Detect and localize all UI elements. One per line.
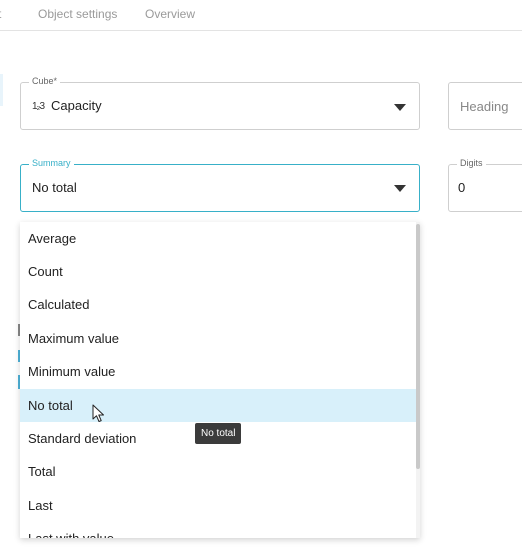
dropdown-option-calculated[interactable]: Calculated xyxy=(20,288,416,321)
mouse-pointer-icon xyxy=(92,404,104,422)
heading-placeholder: Heading xyxy=(460,99,509,114)
dropdown-option-no-total[interactable]: No total xyxy=(20,389,416,422)
summary-label: Summary xyxy=(29,158,74,168)
dropdown-option-last-with-value[interactable]: Last with value xyxy=(20,522,416,538)
dropdown-option-last[interactable]: Last xyxy=(20,489,416,522)
tab-bar: rt Object settings Overview xyxy=(0,0,522,31)
dropdown-option-total[interactable]: Total xyxy=(20,455,416,488)
dropdown-option-count[interactable]: Count xyxy=(20,255,416,288)
option-tooltip: No total xyxy=(195,423,242,444)
number-type-icon: 1₂3 xyxy=(32,101,45,112)
cube-select[interactable]: Cube* 1₂3 Capacity xyxy=(20,76,420,130)
tab-object-settings[interactable]: Object settings xyxy=(38,7,117,21)
left-panel-edge xyxy=(0,74,3,106)
scrollbar-thumb[interactable] xyxy=(416,224,420,469)
digits-input[interactable]: Digits 0 xyxy=(448,158,522,212)
summary-select[interactable]: Summary No total xyxy=(20,158,420,212)
dropdown-scrollbar[interactable] xyxy=(416,222,420,538)
tab-previous[interactable]: rt xyxy=(0,7,1,21)
summary-value: No total xyxy=(32,180,77,195)
tab-overview[interactable]: Overview xyxy=(145,7,195,21)
cube-label: Cube* xyxy=(29,76,61,86)
cube-value: Capacity xyxy=(51,98,102,113)
heading-input[interactable]: Heading xyxy=(448,82,522,130)
chevron-down-icon[interactable] xyxy=(394,185,406,192)
dropdown-option-average[interactable]: Average xyxy=(20,222,416,255)
dropdown-option-minimum-value[interactable]: Minimum value xyxy=(20,355,416,388)
summary-dropdown: Average Count Calculated Maximum value M… xyxy=(20,222,420,538)
digits-value: 0 xyxy=(458,180,466,195)
chevron-down-icon[interactable] xyxy=(394,104,406,111)
dropdown-option-maximum-value[interactable]: Maximum value xyxy=(20,322,416,355)
digits-label: Digits xyxy=(457,158,486,168)
